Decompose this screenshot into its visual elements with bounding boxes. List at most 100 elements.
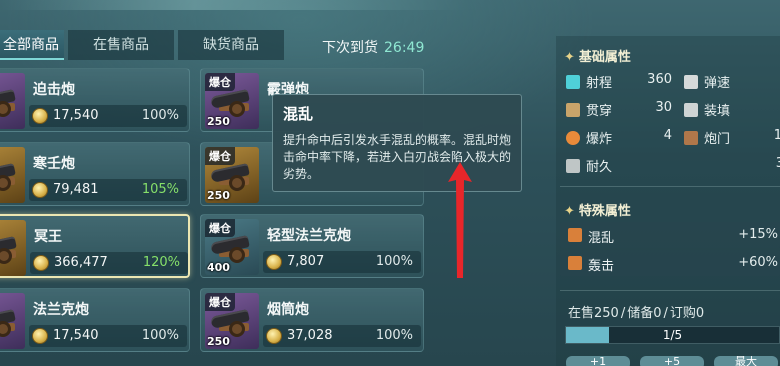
item-thumbnail: 爆仓 250 xyxy=(205,73,259,129)
tooltip-title: 混乱 xyxy=(283,105,314,123)
item-price-bar: 79,481 105% xyxy=(29,179,187,201)
stat-pierce: 贯穿 30 xyxy=(566,100,676,120)
item-quantity: 250 xyxy=(207,335,230,348)
special-attributes-label: 特殊属性 xyxy=(578,204,631,219)
red-arrow-annotation xyxy=(448,162,472,278)
item-card[interactable]: 203 寒壬炮 79,481 105% xyxy=(0,142,190,206)
item-price-percent: 100% xyxy=(141,108,179,123)
item-thumbnail: 爆仓 250 xyxy=(205,293,259,349)
explosion-icon xyxy=(566,131,580,145)
item-thumbnail: 爆仓 400 xyxy=(205,219,259,275)
stat-range: 射程 360 xyxy=(566,72,676,92)
item-thumbnail: 250 xyxy=(0,293,25,349)
purchase-progress-bar[interactable]: 1/5 xyxy=(565,326,780,344)
stat-value: 1 xyxy=(773,128,780,143)
cannon-icon xyxy=(0,236,22,264)
stock-on-sale: 在售250 xyxy=(568,306,619,321)
item-price-percent: 100% xyxy=(375,328,413,343)
stat-label: 装填 xyxy=(704,104,731,119)
shop-tabs: 全部商品 在售商品 缺货商品 xyxy=(0,30,290,60)
item-name: 冥王 xyxy=(34,229,62,245)
special-attributes-title: ✦ 特殊属性 xyxy=(564,200,631,219)
stat-value: 3 xyxy=(775,156,780,171)
item-card-selected[interactable]: 250 冥王 366,477 120% xyxy=(0,214,190,278)
item-card[interactable]: 爆仓 400 轻型法兰克炮 7,807 100% xyxy=(200,214,424,278)
speed-icon xyxy=(684,75,698,89)
star-icon: ✦ xyxy=(564,50,575,65)
overstock-tag: 爆仓 xyxy=(205,147,235,165)
coin-icon xyxy=(266,328,282,344)
stat-value: 30 xyxy=(655,100,672,115)
item-price: 366,477 xyxy=(54,255,108,270)
progress-text: 1/5 xyxy=(662,328,683,342)
special-stat-chaos[interactable]: 混乱 +15% xyxy=(560,222,780,248)
attribute-tooltip: 混乱 提升命中后引发水手混乱的概率。混乱时炮击命中率下降，若进入白刃战会陷入极大… xyxy=(272,94,522,192)
top-highlight xyxy=(0,0,780,10)
item-name: 迫击炮 xyxy=(33,82,75,98)
stat-label: 耐久 xyxy=(586,160,613,175)
stat-value: 4 xyxy=(663,128,672,143)
overstock-tag: 爆仓 xyxy=(205,293,235,311)
item-price: 7,807 xyxy=(287,254,325,269)
item-thumbnail: 爆仓 250 xyxy=(205,147,259,203)
cannon-icon xyxy=(210,163,255,191)
stat-label: 弹速 xyxy=(704,76,731,91)
restock-time: 26:49 xyxy=(384,40,425,56)
item-price-percent: 120% xyxy=(142,255,180,270)
add-one-button[interactable]: +1 xyxy=(566,356,630,366)
coin-icon xyxy=(266,254,282,270)
section-divider xyxy=(560,186,780,187)
stat-label: 射程 xyxy=(586,76,613,91)
durability-icon xyxy=(566,159,580,173)
stat-label: 爆炸 xyxy=(586,132,613,147)
item-quantity: 250 xyxy=(207,189,230,202)
add-five-button[interactable]: +5 xyxy=(640,356,704,366)
basic-attributes-label: 基础属性 xyxy=(578,50,631,65)
pierce-icon xyxy=(566,103,580,117)
tab-all-goods[interactable]: 全部商品 xyxy=(0,30,64,60)
section-divider xyxy=(560,290,780,291)
stat-label: 混乱 xyxy=(588,231,615,246)
cannon-icon xyxy=(0,163,21,191)
stat-value: 360 xyxy=(647,72,672,87)
item-quantity: 250 xyxy=(207,115,230,128)
special-stat-bombard[interactable]: 轰击 +60% xyxy=(560,250,780,276)
stat-label: 轰击 xyxy=(588,259,615,274)
basic-attributes-title: ✦ 基础属性 xyxy=(564,46,631,65)
stat-explosion: 爆炸 4 xyxy=(566,128,676,148)
coin-icon xyxy=(33,255,49,271)
item-price: 37,028 xyxy=(287,328,333,343)
tab-on-sale[interactable]: 在售商品 xyxy=(68,30,174,60)
tab-out-of-stock[interactable]: 缺货商品 xyxy=(178,30,284,60)
stat-gunport: 炮门 1 xyxy=(684,128,780,148)
item-card[interactable]: 爆仓 250 烟筒炮 37,028 100% xyxy=(200,288,424,352)
item-price: 17,540 xyxy=(53,108,99,123)
restock-timer: 下次到货 26:49 xyxy=(322,37,424,57)
item-thumbnail: 250 xyxy=(0,73,25,129)
chaos-icon xyxy=(568,228,582,242)
overstock-tag: 爆仓 xyxy=(205,219,235,237)
max-button[interactable]: 最大 xyxy=(714,356,778,366)
reload-icon xyxy=(684,103,698,117)
cannon-icon xyxy=(210,89,255,117)
item-price: 17,540 xyxy=(53,328,99,343)
stat-durability: 耐久 3 xyxy=(566,156,780,176)
stock-order: 订购0 xyxy=(669,306,705,321)
item-name: 烟筒炮 xyxy=(267,302,309,318)
item-card[interactable]: 250 迫击炮 17,540 100% xyxy=(0,68,190,132)
stat-projectile-speed: 弹速 xyxy=(684,72,780,92)
item-price-percent: 100% xyxy=(141,328,179,343)
gunport-icon xyxy=(684,131,698,145)
item-thumbnail: 250 xyxy=(0,220,26,276)
coin-icon xyxy=(32,328,48,344)
cannon-icon xyxy=(0,89,21,117)
stat-value: +15% xyxy=(738,227,778,242)
cannon-icon xyxy=(0,309,21,337)
stat-label: 炮门 xyxy=(704,132,731,147)
item-quantity: 400 xyxy=(207,261,230,274)
item-price-percent: 100% xyxy=(375,254,413,269)
item-card[interactable]: 250 法兰克炮 17,540 100% xyxy=(0,288,190,352)
item-price-bar: 366,477 120% xyxy=(30,252,188,274)
item-price-bar: 37,028 100% xyxy=(263,325,421,347)
stat-reload: 装填 xyxy=(684,100,780,120)
